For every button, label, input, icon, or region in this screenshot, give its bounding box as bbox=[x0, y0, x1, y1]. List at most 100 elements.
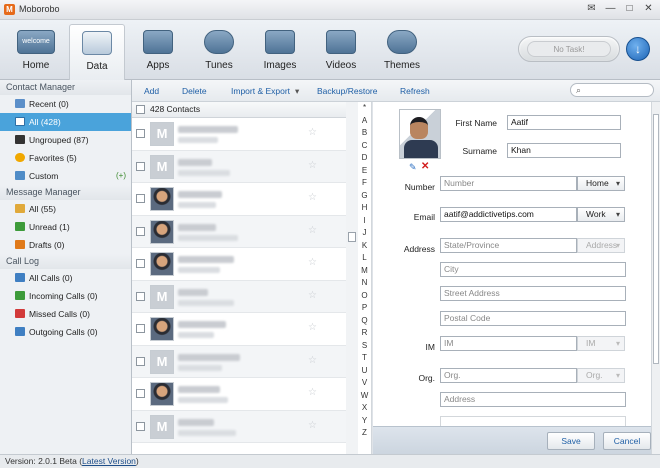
alphabet-letter[interactable]: N bbox=[358, 277, 371, 290]
delete-button[interactable]: Delete bbox=[182, 86, 207, 96]
im-field[interactable]: IM bbox=[440, 336, 577, 351]
sidebar-item-all-contacts[interactable]: All (428) bbox=[0, 113, 131, 131]
im-type-select[interactable]: IM bbox=[577, 336, 625, 351]
star-icon[interactable]: ☆ bbox=[308, 127, 317, 138]
row-checkbox[interactable] bbox=[136, 324, 145, 333]
search-input[interactable]: ⌕ bbox=[570, 83, 654, 97]
alphabet-letter[interactable]: D bbox=[358, 152, 371, 165]
alphabet-letter[interactable]: I bbox=[358, 215, 371, 228]
list-item[interactable]: ☆ bbox=[132, 313, 357, 346]
list-item[interactable]: ☆ bbox=[132, 118, 357, 151]
alphabet-letter[interactable]: M bbox=[358, 265, 371, 278]
alphabet-letter[interactable]: Y bbox=[358, 415, 371, 428]
tab-tunes[interactable]: Tunes bbox=[191, 24, 247, 78]
row-checkbox[interactable] bbox=[136, 226, 145, 236]
row-checkbox[interactable] bbox=[136, 421, 145, 431]
alphabet-letter[interactable]: L bbox=[358, 252, 371, 265]
list-item[interactable]: ☆ bbox=[132, 345, 357, 378]
tab-apps[interactable]: Apps bbox=[130, 24, 186, 78]
star-icon[interactable]: ☆ bbox=[308, 192, 317, 203]
tab-data[interactable]: Data bbox=[69, 24, 125, 80]
task-indicator[interactable]: No Task! bbox=[518, 36, 620, 62]
first-name-field[interactable]: Aatif bbox=[507, 115, 621, 130]
alphabet-letter[interactable]: G bbox=[358, 190, 371, 203]
star-icon[interactable]: ☆ bbox=[308, 387, 317, 398]
list-item[interactable]: ☆ bbox=[132, 280, 357, 313]
org-field[interactable]: Org. bbox=[440, 368, 577, 383]
alphabet-letter[interactable]: O bbox=[358, 290, 371, 303]
email-type-select[interactable]: Work bbox=[577, 207, 625, 222]
list-item[interactable]: ☆ bbox=[132, 150, 357, 183]
add-group-button[interactable]: (+) bbox=[116, 167, 126, 185]
select-all-checkbox[interactable] bbox=[136, 105, 145, 114]
street-field[interactable]: Street Address bbox=[440, 286, 626, 301]
alphabet-letter[interactable]: B bbox=[358, 127, 371, 140]
list-item[interactable]: ☆ bbox=[132, 378, 357, 411]
sidebar-item-drafts[interactable]: Drafts (0) bbox=[0, 236, 131, 254]
star-icon[interactable]: ☆ bbox=[308, 225, 317, 236]
sidebar-item-missed-calls[interactable]: Missed Calls (0) bbox=[0, 305, 131, 323]
message-icon[interactable]: ✉ bbox=[584, 2, 599, 16]
alphabet-letter[interactable]: X bbox=[358, 402, 371, 415]
alphabet-letter[interactable]: K bbox=[358, 240, 371, 253]
import-export-button[interactable]: Import & Export bbox=[231, 86, 290, 96]
org-type-select[interactable]: Org. bbox=[577, 368, 625, 383]
detail-scrollbar[interactable] bbox=[651, 102, 660, 454]
alphabet-letter[interactable]: U bbox=[358, 365, 371, 378]
row-checkbox[interactable] bbox=[136, 259, 145, 268]
delete-photo-icon[interactable]: ✕ bbox=[421, 161, 429, 172]
list-item[interactable]: ☆ bbox=[132, 248, 357, 281]
list-item[interactable]: ☆ bbox=[132, 215, 357, 248]
tab-home[interactable]: welcome Home bbox=[8, 24, 64, 78]
city-field[interactable]: City bbox=[440, 262, 626, 277]
star-icon[interactable]: ☆ bbox=[308, 290, 317, 301]
star-icon[interactable]: ☆ bbox=[308, 257, 317, 268]
sidebar-item-favorites[interactable]: Favorites (5) bbox=[0, 149, 131, 167]
tab-videos[interactable]: Videos bbox=[313, 24, 369, 78]
alphabet-letter[interactable]: * bbox=[358, 102, 371, 115]
row-checkbox[interactable] bbox=[136, 129, 145, 138]
add-button[interactable]: Add bbox=[144, 86, 159, 96]
minimize-button[interactable]: — bbox=[603, 2, 618, 16]
detail-scrollbar-thumb[interactable] bbox=[653, 114, 659, 364]
address-type-select[interactable]: Address bbox=[577, 238, 625, 253]
star-icon[interactable]: ☆ bbox=[308, 160, 317, 171]
email-field[interactable]: aatif@addictivetips.com bbox=[440, 207, 577, 222]
sidebar-item-custom[interactable]: Custom (+) bbox=[0, 167, 131, 185]
cancel-button[interactable]: Cancel bbox=[603, 432, 651, 450]
list-item[interactable]: ☆ bbox=[132, 183, 357, 216]
save-button[interactable]: Save bbox=[547, 432, 595, 450]
row-checkbox[interactable] bbox=[136, 356, 145, 366]
maximize-button[interactable]: □ bbox=[622, 2, 637, 16]
download-button[interactable]: ↓ bbox=[626, 37, 650, 61]
row-checkbox[interactable] bbox=[136, 161, 145, 171]
alphabet-letter[interactable]: H bbox=[358, 202, 371, 215]
alphabet-letter[interactable]: Z bbox=[358, 427, 371, 440]
sidebar-item-all-messages[interactable]: All (55) bbox=[0, 200, 131, 218]
sidebar-item-ungrouped[interactable]: Ungrouped (87) bbox=[0, 131, 131, 149]
sidebar-item-recent[interactable]: Recent (0) bbox=[0, 95, 131, 113]
alphabet-letter[interactable]: E bbox=[358, 165, 371, 178]
alphabet-letter[interactable]: V bbox=[358, 377, 371, 390]
postal-code-field[interactable]: Postal Code bbox=[440, 311, 626, 326]
close-button[interactable]: ✕ bbox=[641, 2, 656, 16]
contact-list-scrollbar[interactable] bbox=[346, 102, 358, 454]
alphabet-letter[interactable]: W bbox=[358, 390, 371, 403]
alphabet-letter[interactable]: R bbox=[358, 327, 371, 340]
state-field[interactable]: State/Province bbox=[440, 238, 577, 253]
tab-themes[interactable]: Themes bbox=[374, 24, 430, 78]
surname-field[interactable]: Khan bbox=[507, 143, 621, 158]
latest-version-link[interactable]: Latest Version bbox=[82, 456, 136, 466]
alphabet-letter[interactable]: S bbox=[358, 340, 371, 353]
org-address-field[interactable]: Address bbox=[440, 392, 626, 407]
star-icon[interactable]: ☆ bbox=[308, 420, 317, 431]
sidebar-item-all-calls[interactable]: All Calls (0) bbox=[0, 269, 131, 287]
contact-photo[interactable] bbox=[399, 109, 441, 159]
alphabet-letter[interactable]: C bbox=[358, 140, 371, 153]
refresh-button[interactable]: Refresh bbox=[400, 86, 430, 96]
alphabet-letter[interactable]: F bbox=[358, 177, 371, 190]
row-checkbox[interactable] bbox=[136, 194, 145, 203]
sidebar-item-incoming-calls[interactable]: Incoming Calls (0) bbox=[0, 287, 131, 305]
sidebar-item-outgoing-calls[interactable]: Outgoing Calls (0) bbox=[0, 323, 131, 341]
chevron-down-icon[interactable]: ▾ bbox=[295, 86, 299, 97]
